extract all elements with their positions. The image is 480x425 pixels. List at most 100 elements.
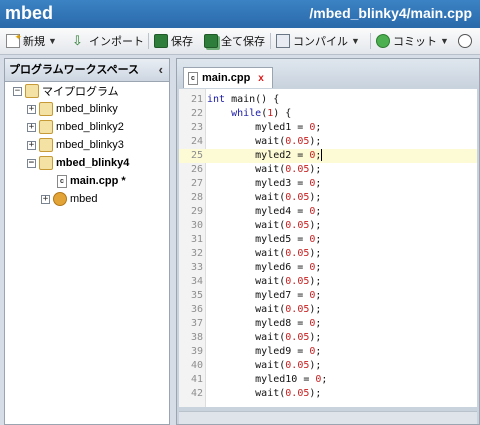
- import-button[interactable]: ⇩ インポート: [72, 32, 144, 50]
- code-line[interactable]: 32 wait(0.05);: [179, 247, 477, 261]
- save-all-button[interactable]: 全て保存: [204, 32, 265, 50]
- code-line[interactable]: 31 myled5 = 0;: [179, 233, 477, 247]
- line-number: 40: [190, 360, 203, 371]
- tab-label: main.cpp: [202, 72, 251, 84]
- code-text: wait(0.05);: [207, 136, 322, 147]
- tree-item-main-cpp[interactable]: c main.cpp *: [57, 173, 126, 189]
- code-line[interactable]: 27 myled3 = 0;: [179, 177, 477, 191]
- code-line[interactable]: 36 wait(0.05);: [179, 303, 477, 317]
- code-line[interactable]: 35 myled7 = 0;: [179, 289, 477, 303]
- chevron-down-icon: ▼: [440, 36, 449, 46]
- expand-toggle-icon[interactable]: +: [27, 140, 36, 150]
- tree-item-mbed-blinky[interactable]: + mbed_blinky: [27, 101, 118, 117]
- collapse-toggle-icon[interactable]: −: [27, 158, 36, 168]
- tree-item-mbed-blinky4[interactable]: − mbed_blinky4: [27, 155, 129, 171]
- line-number: 22: [190, 108, 203, 119]
- chevron-down-icon: ▼: [351, 36, 360, 46]
- programs-folder-icon: [25, 84, 39, 98]
- code-line[interactable]: 33 myled6 = 0;: [179, 261, 477, 275]
- code-text: myled7 = 0;: [207, 290, 322, 301]
- toolbar: ✦ 新規 ▼ ⇩ インポート 保存 全て保存 コンパイル ▼ コミット ▼: [0, 28, 480, 55]
- code-line[interactable]: 30 wait(0.05);: [179, 219, 477, 233]
- code-line[interactable]: 24 wait(0.05);: [179, 135, 477, 149]
- library-gear-icon: [53, 192, 67, 206]
- code-text: myled5 = 0;: [207, 234, 322, 245]
- horizontal-scrollbar[interactable]: [179, 411, 477, 424]
- cpp-file-icon: c: [188, 71, 198, 85]
- code-line[interactable]: 28 wait(0.05);: [179, 191, 477, 205]
- toolbar-divider: [270, 33, 271, 49]
- tree-item-my-programs[interactable]: − マイプログラム: [13, 83, 119, 99]
- code-text: wait(0.05);: [207, 220, 322, 231]
- code-line[interactable]: 40 wait(0.05);: [179, 359, 477, 373]
- line-number: 32: [190, 248, 203, 259]
- code-text: myled4 = 0;: [207, 206, 322, 217]
- code-line[interactable]: 39 myled9 = 0;: [179, 345, 477, 359]
- line-number: 42: [190, 388, 203, 399]
- history-button[interactable]: [458, 32, 472, 50]
- chevron-down-icon: ▼: [48, 36, 57, 46]
- code-text: myled8 = 0;: [207, 318, 322, 329]
- code-text: wait(0.05);: [207, 332, 322, 343]
- code-text: myled1 = 0;: [207, 122, 322, 133]
- code-line[interactable]: 25 myled2 = 0;: [179, 149, 477, 163]
- code-line[interactable]: 26 wait(0.05);: [179, 163, 477, 177]
- code-line[interactable]: 42 wait(0.05);: [179, 387, 477, 401]
- tree-item-mbed-library[interactable]: + mbed: [41, 191, 98, 207]
- code-text: wait(0.05);: [207, 164, 322, 175]
- expand-toggle-icon[interactable]: +: [41, 194, 50, 204]
- program-folder-icon: [39, 120, 53, 134]
- line-number: 26: [190, 164, 203, 175]
- code-line[interactable]: 41 myled10 = 0;: [179, 373, 477, 387]
- close-tab-icon[interactable]: x: [258, 73, 264, 84]
- collapse-panel-icon[interactable]: ‹: [159, 59, 163, 81]
- save-button[interactable]: 保存: [154, 32, 193, 50]
- code-text: myled10 = 0;: [207, 374, 328, 385]
- code-text: while(1) {: [231, 108, 292, 119]
- code-line[interactable]: 29 myled4 = 0;: [179, 205, 477, 219]
- save-all-icon: [204, 34, 218, 48]
- code-text: myled9 = 0;: [207, 346, 322, 357]
- tree-item-mbed-blinky2[interactable]: + mbed_blinky2: [27, 119, 124, 135]
- commit-button[interactable]: コミット ▼: [376, 32, 449, 50]
- new-button[interactable]: ✦ 新規 ▼: [6, 32, 57, 50]
- line-number: 30: [190, 220, 203, 231]
- expand-toggle-icon[interactable]: +: [27, 122, 36, 132]
- cpp-file-icon: c: [57, 174, 67, 188]
- code-line[interactable]: 34 wait(0.05);: [179, 275, 477, 289]
- tree-item-label: マイプログラム: [42, 86, 119, 98]
- code-text: wait(0.05);: [207, 360, 322, 371]
- code-line[interactable]: 21 int main() {: [179, 93, 477, 107]
- compile-label: コンパイル: [293, 36, 348, 48]
- workspace-header: プログラムワークスペース ‹: [5, 59, 169, 82]
- code-text: wait(0.05);: [207, 388, 322, 399]
- workspace-panel: プログラムワークスペース ‹ − マイプログラム + mbed_blinky +…: [4, 58, 170, 425]
- line-number: 25: [190, 150, 203, 161]
- collapse-toggle-icon[interactable]: −: [13, 86, 22, 96]
- current-file-path: /mbed_blinky4/main.cpp: [309, 5, 472, 21]
- line-number: 38: [190, 332, 203, 343]
- line-number: 41: [190, 374, 203, 385]
- code-line[interactable]: 38 wait(0.05);: [179, 331, 477, 345]
- code-line[interactable]: 37 myled8 = 0;: [179, 317, 477, 331]
- line-number: 23: [190, 122, 203, 133]
- expand-toggle-icon[interactable]: +: [27, 104, 36, 114]
- line-number: 27: [190, 178, 203, 189]
- code-editor[interactable]: 21 int main() {22 while(1) {23 myled1 = 0…: [179, 89, 477, 407]
- app-title: mbed: [5, 3, 54, 23]
- title-bar: mbed /mbed_blinky4/main.cpp: [0, 0, 480, 28]
- commit-icon: [376, 34, 390, 48]
- code-line[interactable]: 23 myled1 = 0;: [179, 121, 477, 135]
- tree-item-label: mbed_blinky2: [56, 121, 124, 133]
- tree-item-mbed-blinky3[interactable]: + mbed_blinky3: [27, 137, 124, 153]
- tab-main-cpp[interactable]: c main.cpp x: [183, 67, 273, 88]
- new-icon: ✦: [6, 32, 22, 48]
- clock-icon: [458, 34, 472, 48]
- line-number: 21: [190, 94, 203, 105]
- code-text: wait(0.05);: [207, 304, 322, 315]
- save-label: 保存: [171, 36, 193, 48]
- workspace-title: プログラムワークスペース: [9, 64, 140, 76]
- compile-button[interactable]: コンパイル ▼: [276, 32, 360, 50]
- code-line[interactable]: 22 while(1) {: [179, 107, 477, 121]
- line-number: 39: [190, 346, 203, 357]
